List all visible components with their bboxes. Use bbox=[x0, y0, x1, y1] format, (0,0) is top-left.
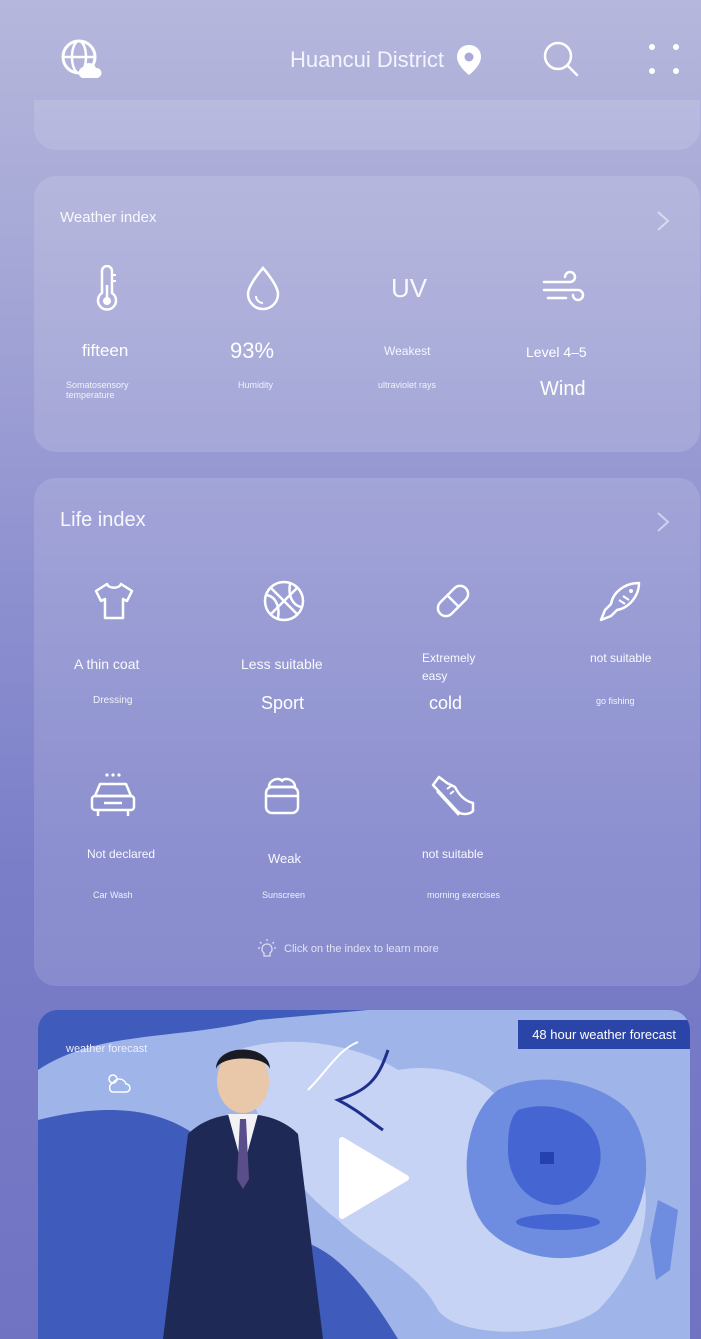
presenter-figure bbox=[163, 1049, 323, 1339]
water-drop-icon bbox=[238, 264, 288, 312]
wind-label: Wind bbox=[540, 378, 586, 400]
chevron-right-icon[interactable] bbox=[656, 511, 670, 533]
pill-icon bbox=[427, 576, 479, 626]
wind-icon bbox=[538, 264, 588, 312]
uv-value: Weakest bbox=[384, 344, 431, 358]
shirt-icon bbox=[88, 576, 140, 626]
basketball-icon bbox=[258, 576, 310, 626]
play-icon[interactable] bbox=[338, 1136, 410, 1220]
index-hint: Click on the index to learn more bbox=[256, 938, 439, 960]
video-badge: 48 hour weather forecast bbox=[518, 1020, 690, 1049]
previous-card-edge bbox=[34, 100, 700, 150]
humidity-label: Humidity bbox=[238, 380, 274, 390]
thermometer-icon bbox=[82, 264, 132, 312]
video-label: weather forecast bbox=[66, 1043, 148, 1055]
sport-value: Less suitable bbox=[241, 656, 323, 672]
index-hint-text: Click on the index to learn more bbox=[284, 943, 439, 955]
location-selector[interactable]: Huancui District bbox=[290, 44, 482, 76]
dressing-label: Dressing bbox=[93, 695, 133, 706]
cold-value: Extremely easy bbox=[422, 651, 476, 683]
sunscreen-value: Weak bbox=[268, 851, 301, 866]
chevron-right-icon[interactable] bbox=[656, 210, 670, 232]
car-icon bbox=[87, 770, 139, 820]
lightbulb-icon bbox=[258, 939, 276, 957]
fishing-value: not suitable bbox=[590, 651, 652, 665]
fishing-label: go fishing bbox=[596, 696, 635, 706]
humidity-value: 93% bbox=[230, 338, 275, 363]
life-index-card[interactable]: Life index A thin coat Dressing Less sui… bbox=[34, 478, 700, 986]
weather-index-card[interactable]: Weather index fifteen Somatosensory temp… bbox=[34, 176, 700, 452]
morning-exercise-label: morning exercises bbox=[427, 890, 501, 900]
dressing-value: A thin coat bbox=[74, 656, 140, 672]
globe-cloud-icon[interactable] bbox=[60, 38, 104, 82]
weather-index-title: Weather index bbox=[60, 209, 157, 226]
uv-icon: UV bbox=[390, 272, 428, 303]
temperature-value: fifteen bbox=[82, 341, 129, 360]
sport-label: Sport bbox=[261, 693, 305, 713]
life-index-title: Life index bbox=[60, 509, 146, 531]
carwash-label: Car Wash bbox=[93, 890, 133, 900]
fish-icon bbox=[594, 576, 646, 626]
cold-label: cold bbox=[429, 693, 463, 713]
temperature-label: Somatosensory temperature bbox=[66, 380, 129, 400]
sunscreen-jar-icon bbox=[256, 770, 308, 820]
uv-label: ultraviolet rays bbox=[378, 380, 437, 390]
morning-exercise-value: not suitable bbox=[422, 847, 484, 861]
location-pin-icon bbox=[457, 45, 482, 75]
grid-menu-icon[interactable] bbox=[647, 42, 681, 76]
location-name: Huancui District bbox=[290, 47, 445, 72]
sunscreen-label: Sunscreen bbox=[262, 890, 306, 900]
sneaker-icon bbox=[427, 770, 479, 820]
partly-cloudy-icon bbox=[108, 1074, 131, 1093]
carwash-value: Not declared bbox=[87, 847, 156, 861]
wind-value: Level 4–5 bbox=[526, 344, 587, 360]
weather-forecast-video[interactable]: 48 hour weather forecast weather forecas… bbox=[38, 1010, 690, 1339]
search-icon[interactable] bbox=[542, 40, 580, 78]
